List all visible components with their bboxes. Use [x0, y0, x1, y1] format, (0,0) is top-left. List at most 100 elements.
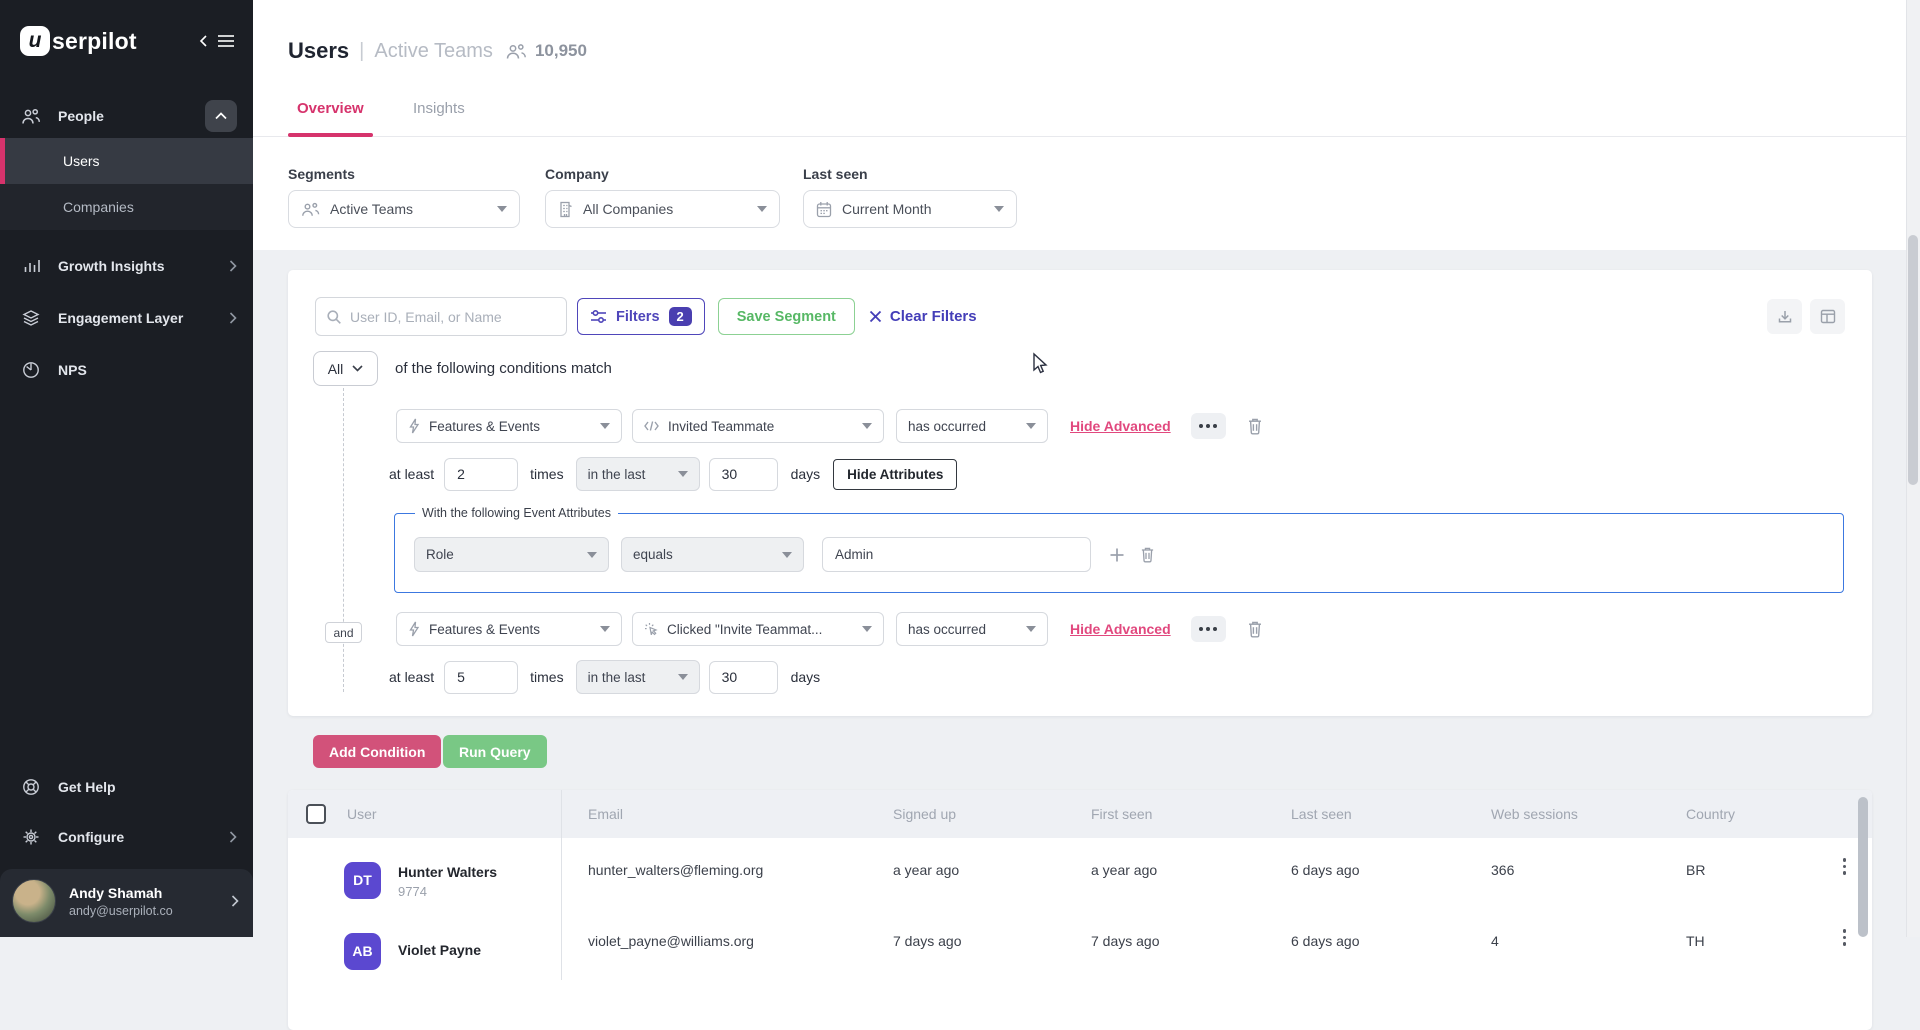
- attribute-operator-value: equals: [633, 547, 673, 562]
- filters-button[interactable]: Filters 2: [577, 298, 705, 335]
- caret-down-icon: [587, 552, 597, 558]
- sidebar-collapse-button[interactable]: [198, 34, 235, 48]
- column-header-email[interactable]: Email: [562, 806, 893, 822]
- hamburger-icon: [217, 34, 235, 48]
- column-header-signed-up[interactable]: Signed up: [893, 806, 1091, 822]
- user-email: violet_payne@williams.org: [562, 909, 893, 949]
- trash-icon[interactable]: [1140, 546, 1155, 563]
- profile-name: Andy Shamah: [69, 885, 173, 901]
- time-window-select[interactable]: in the last: [576, 660, 700, 694]
- sidebar-item-label: NPS: [58, 362, 87, 378]
- page-scrollbar-thumb[interactable]: [1908, 235, 1918, 485]
- gauge-icon: [20, 361, 42, 379]
- trash-icon[interactable]: [1247, 417, 1263, 435]
- add-condition-button[interactable]: Add Condition: [313, 735, 441, 768]
- condition-type-select[interactable]: Features & Events: [396, 612, 622, 646]
- condition-type-select[interactable]: Features & Events: [396, 409, 622, 443]
- profile-menu[interactable]: Andy Shamah andy@userpilot.co: [0, 869, 253, 937]
- sidebar-item-growth-insights[interactable]: Growth Insights: [0, 244, 253, 288]
- active-segment-name: Active Teams: [374, 40, 493, 63]
- sidebar-item-nps[interactable]: NPS: [0, 348, 253, 392]
- sidebar-item-people[interactable]: People: [0, 94, 253, 138]
- caret-down-icon: [782, 552, 792, 558]
- people-icon: [20, 108, 42, 125]
- caret-down-icon: [497, 206, 507, 212]
- search-input[interactable]: [350, 309, 556, 325]
- collapse-people-button[interactable]: [205, 100, 237, 132]
- sidebar-item-configure[interactable]: Configure: [0, 815, 253, 859]
- user-web-sessions: 4: [1491, 909, 1686, 949]
- tabs-divider: [253, 136, 1920, 137]
- profile-email: andy@userpilot.co: [69, 904, 173, 918]
- sidebar-item-companies[interactable]: Companies: [0, 184, 253, 230]
- avatar: [12, 879, 56, 923]
- column-header-user[interactable]: User: [336, 790, 562, 838]
- last-seen-select[interactable]: Current Month: [803, 190, 1017, 228]
- condition-operator-value: has occurred: [908, 622, 986, 637]
- sidebar-item-engagement-layer[interactable]: Engagement Layer: [0, 296, 253, 340]
- condition-event-select[interactable]: Clicked "Invite Teammat...: [632, 612, 884, 646]
- at-least-label: at least: [389, 466, 434, 482]
- time-window-value: in the last: [588, 670, 646, 685]
- breadcrumb: Users | Active Teams 10,950: [288, 38, 587, 64]
- column-header-first-seen[interactable]: First seen: [1091, 806, 1291, 822]
- time-window-select[interactable]: in the last: [576, 457, 700, 491]
- hide-advanced-link[interactable]: Hide Advanced: [1070, 621, 1171, 637]
- attribute-value-input[interactable]: [822, 537, 1091, 572]
- column-header-country[interactable]: Country: [1686, 806, 1817, 822]
- filters-label: Filters: [616, 309, 660, 325]
- match-mode-select[interactable]: All: [313, 351, 378, 386]
- attribute-operator-select[interactable]: equals: [621, 537, 804, 572]
- tab-overview[interactable]: Overview: [297, 100, 364, 117]
- times-input[interactable]: [444, 458, 518, 491]
- column-header-last-seen[interactable]: Last seen: [1291, 806, 1491, 822]
- caret-down-icon: [757, 206, 767, 212]
- export-button[interactable]: [1767, 299, 1802, 334]
- select-all-checkbox[interactable]: [306, 804, 326, 824]
- company-value: All Companies: [583, 201, 673, 217]
- userpilot-logo[interactable]: u serpilot: [20, 26, 137, 56]
- days-input[interactable]: [709, 661, 778, 694]
- clear-filters-button[interactable]: Clear Filters: [869, 308, 977, 325]
- condition-more-button[interactable]: [1191, 616, 1226, 642]
- columns-layout-button[interactable]: [1810, 299, 1845, 334]
- days-input[interactable]: [709, 458, 778, 491]
- trash-icon[interactable]: [1247, 620, 1263, 638]
- run-query-button[interactable]: Run Query: [443, 735, 547, 768]
- add-attribute-icon[interactable]: [1109, 547, 1125, 563]
- table-row[interactable]: DT Hunter Walters 9774 hunter_walters@fl…: [288, 838, 1872, 909]
- sidebar-item-label: Engagement Layer: [58, 310, 183, 326]
- times-input[interactable]: [444, 661, 518, 694]
- condition-operator-select[interactable]: has occurred: [896, 612, 1048, 646]
- condition-more-button[interactable]: [1191, 413, 1226, 439]
- search-icon: [326, 309, 342, 325]
- clear-filters-label: Clear Filters: [890, 308, 977, 325]
- pointer-click-icon: [644, 622, 658, 637]
- hide-attributes-button[interactable]: Hide Attributes: [833, 459, 957, 490]
- condition-connector-line: [343, 388, 344, 692]
- caret-down-icon: [600, 626, 610, 632]
- search-box: [315, 297, 567, 336]
- table-row[interactable]: AB Violet Payne violet_payne@williams.or…: [288, 909, 1872, 980]
- hide-advanced-link[interactable]: Hide Advanced: [1070, 418, 1171, 434]
- condition-event-select[interactable]: Invited Teammate: [632, 409, 884, 443]
- tab-insights[interactable]: Insights: [413, 100, 465, 117]
- table-scrollbar-thumb[interactable]: [1858, 797, 1868, 937]
- attribute-field-select[interactable]: Role: [414, 537, 609, 572]
- condition-operator-select[interactable]: has occurred: [896, 409, 1048, 443]
- user-country: TH: [1686, 909, 1817, 949]
- company-select[interactable]: All Companies: [545, 190, 780, 228]
- user-last-seen: 6 days ago: [1291, 909, 1491, 949]
- segments-select[interactable]: Active Teams: [288, 190, 520, 228]
- bar-chart-icon: [20, 258, 42, 274]
- save-segment-button[interactable]: Save Segment: [718, 298, 855, 335]
- active-tab-underline: [288, 133, 373, 137]
- condition-operator-value: has occurred: [908, 419, 986, 434]
- column-header-web-sessions[interactable]: Web sessions: [1491, 806, 1686, 822]
- sidebar-item-get-help[interactable]: Get Help: [0, 765, 253, 809]
- sidebar-item-users[interactable]: Users: [0, 138, 253, 184]
- chevron-left-icon: [198, 34, 210, 48]
- people-submenu: Users Companies: [0, 138, 253, 230]
- page-scrollbar[interactable]: [1906, 0, 1920, 937]
- days-label: days: [791, 466, 821, 482]
